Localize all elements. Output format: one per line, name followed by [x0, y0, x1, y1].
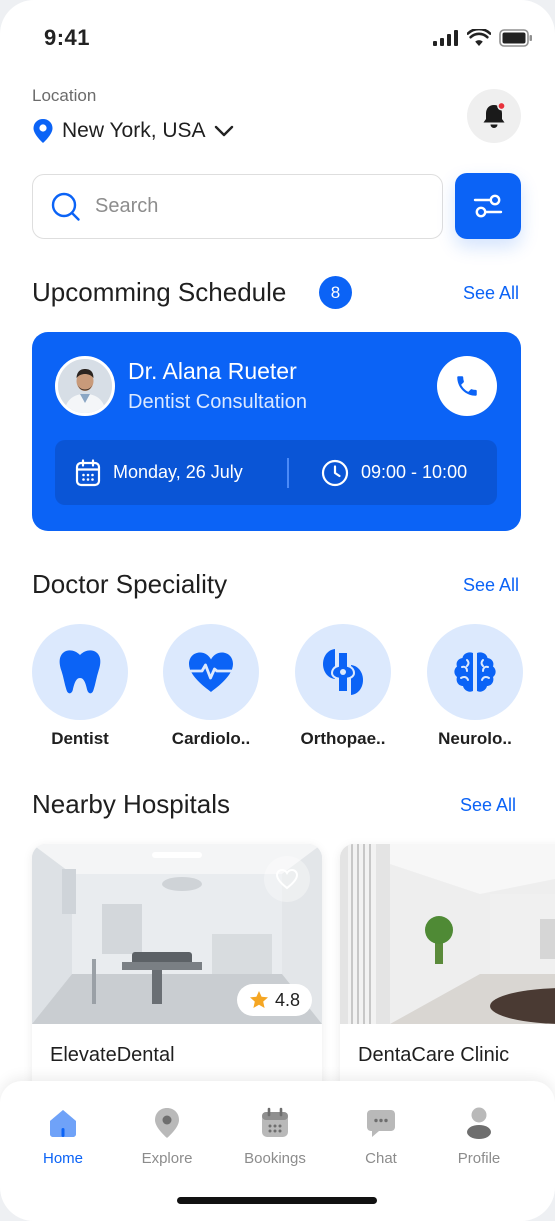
profile-icon: [467, 1107, 491, 1139]
status-bar: 9:41: [44, 22, 533, 54]
tooth-icon: [59, 650, 101, 694]
calendar-icon: [75, 458, 101, 486]
schedule-divider: [287, 458, 289, 488]
nav-label: Explore: [141, 1150, 193, 1167]
wifi-icon: [467, 29, 491, 46]
nav-item-bookings[interactable]: Bookings: [225, 1105, 325, 1167]
heart-icon: [275, 868, 299, 890]
bell-icon: [483, 102, 506, 128]
speciality-item-cardiology[interactable]: Cardiolo..: [163, 624, 259, 749]
schedule-title: Upcomming Schedule: [32, 277, 287, 307]
schedule-date: Monday, 26 July: [75, 440, 243, 505]
hospital-name: DentaCare Clinic: [358, 1044, 510, 1066]
location-pin-icon: [33, 119, 53, 143]
signal-icon: [433, 30, 458, 46]
nav-item-chat[interactable]: Chat: [331, 1105, 431, 1167]
location-selector[interactable]: New York, USA: [32, 118, 234, 144]
brain-icon: [454, 652, 496, 692]
nav-label: Chat: [365, 1150, 397, 1167]
clock-icon: [321, 459, 349, 486]
location-value: New York, USA: [62, 119, 206, 142]
calendar-icon: [262, 1107, 288, 1137]
home-indicator: [177, 1197, 377, 1204]
rating-badge: 4.8: [236, 984, 312, 1016]
rating-value: 4.8: [274, 989, 300, 1010]
nav-label: Home: [42, 1150, 83, 1167]
heart-pulse-icon: [189, 652, 233, 692]
chevron-down-icon: [214, 125, 233, 137]
call-button[interactable]: [437, 356, 497, 416]
hospitals-see-all-link[interactable]: See All: [460, 795, 516, 816]
nav-item-explore[interactable]: Explore: [117, 1105, 217, 1167]
speciality-title: Doctor Speciality: [32, 569, 228, 599]
speciality-item-neurology[interactable]: Neurolo..: [427, 624, 523, 749]
bone-joint-icon: [323, 649, 363, 695]
speciality-label: Cardiolo..: [171, 729, 251, 748]
status-time: 9:41: [44, 25, 91, 50]
nav-label: Bookings: [244, 1150, 306, 1167]
hospital-name: ElevateDental: [50, 1044, 175, 1066]
schedule-time-text: 09:00 - 10:00: [361, 462, 468, 482]
notification-button[interactable]: [467, 89, 521, 143]
hospital-image: 4.8: [32, 844, 322, 1024]
nav-label: Profile: [457, 1150, 501, 1167]
doctor-specialty: Dentist Consultation: [128, 391, 307, 413]
location-label: Location: [32, 86, 97, 105]
status-icons: [433, 29, 533, 47]
speciality-label: Neurolo..: [438, 729, 512, 748]
hospital-card[interactable]: DentaCare Clinic: [340, 844, 555, 1104]
schedule-date-text: Monday, 26 July: [113, 462, 243, 482]
chat-icon: [367, 1110, 395, 1137]
filter-button[interactable]: [455, 173, 521, 239]
doctor-avatar: [55, 356, 115, 416]
schedule-card[interactable]: Dr. Alana Rueter Dentist Consultation Mo…: [32, 332, 521, 531]
filter-icon: [473, 194, 503, 218]
nav-item-home[interactable]: Home: [13, 1105, 113, 1167]
nav-item-profile[interactable]: Profile: [429, 1105, 529, 1167]
search-icon: [51, 192, 80, 221]
location-pin-icon: [155, 1108, 179, 1138]
hospital-image: [340, 844, 555, 1024]
schedule-count-badge: 8: [319, 276, 352, 309]
search-input[interactable]: Search: [32, 174, 443, 239]
app-screen: 9:41 Location New York, USA Search Upcom…: [0, 0, 555, 1221]
phone-icon: [457, 376, 477, 396]
bottom-navigation: Home Explore Bookings Chat Profile: [0, 1081, 555, 1221]
battery-icon: [499, 29, 532, 47]
speciality-item-orthopaedics[interactable]: Orthopae..: [295, 624, 391, 749]
speciality-label: Orthopae..: [300, 729, 386, 748]
schedule-time: 09:00 - 10:00: [321, 440, 467, 505]
speciality-item-dentist[interactable]: Dentist: [32, 624, 128, 749]
star-icon: [249, 991, 268, 1008]
speciality-see-all-link[interactable]: See All: [463, 575, 519, 596]
speciality-label: Dentist: [51, 729, 109, 748]
search-placeholder: Search: [95, 195, 159, 217]
hospitals-title: Nearby Hospitals: [32, 789, 230, 819]
favorite-button[interactable]: [264, 856, 310, 902]
hospital-card[interactable]: 4.8 ElevateDental: [32, 844, 322, 1104]
doctor-name: Dr. Alana Rueter: [128, 358, 297, 384]
schedule-see-all-link[interactable]: See All: [463, 283, 519, 304]
schedule-info-bar: Monday, 26 July 09:00 - 10:00: [55, 440, 497, 505]
home-icon: [50, 1110, 76, 1137]
